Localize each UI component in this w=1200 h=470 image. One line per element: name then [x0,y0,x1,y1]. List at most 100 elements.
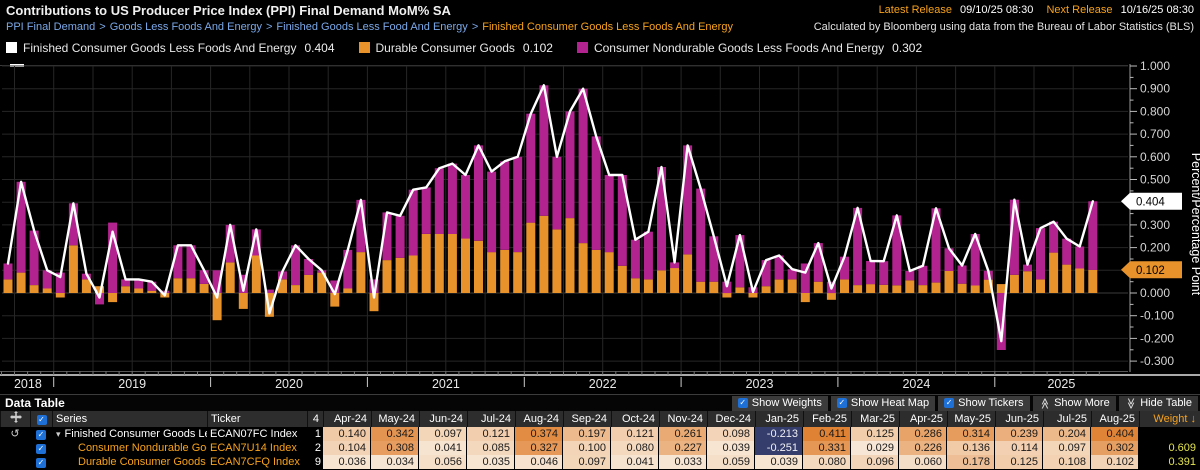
month-column-header[interactable]: Oct-24 [611,411,659,427]
ticker-cell[interactable]: ECAN7CFQ Index [207,455,307,470]
x-axis-year-label: 2025 [1047,377,1075,391]
move-icon[interactable] [0,411,30,427]
legend-item[interactable]: Finished Consumer Goods Less Foods And E… [6,41,335,55]
month-column-header[interactable]: May-25 [947,411,995,427]
breadcrumb-separator: > [265,21,273,33]
ticker-name[interactable]: ECAN07FC Index [210,428,297,440]
row-icon-cell [0,441,30,456]
partial-value-cell: 9 [314,456,321,468]
month-column-header[interactable]: Jul-24 [467,411,515,427]
month-column-header[interactable]: May-24 [371,411,419,427]
month-column-header[interactable]: Feb-25 [803,411,851,427]
month-column-header[interactable]: Jun-25 [995,411,1043,427]
month-column-header[interactable]: Sep-24 [563,411,611,427]
data-table-bar: Data Table ✓ Show Weights ✓ Show Heat Map ✓ S… [0,394,1200,411]
y-axis-title: Percent/Percentage Point [1189,153,1200,296]
chart-svg[interactable]: 2018 2019 2020 2021 2022 2023 2024 2025 1.000 0.9… [0,56,1200,394]
series-cell[interactable]: ▾ Finished Consumer Goods Less... [52,427,207,442]
value-cell: 0.204 [1043,427,1091,442]
breadcrumb-link[interactable]: Finished Goods Less Food And Energy [276,21,467,33]
next-release-value: 10/16/25 08:30 [1120,4,1194,16]
series-cell[interactable]: Durable Consumer Goods [52,455,207,470]
value-cell: 0.286 [899,427,947,442]
row-icon-cell[interactable]: ↺ [0,427,30,442]
value-cell: 0.100 [563,441,611,456]
legend-item[interactable]: Consumer Nondurable Goods Less Foods And… [576,41,922,55]
table-row: ✓ Consumer Nondurable Goods ...ECAN7U14 I… [0,441,1200,456]
collapse-triangle-icon[interactable]: ▾ [56,429,61,439]
value-cell: 0.060 [899,455,947,470]
breadcrumb-current[interactable]: Finished Consumer Goods Less Foods And E… [482,21,733,33]
svg-text:0.102: 0.102 [1136,265,1165,277]
value-cell: 0.041 [419,441,467,456]
value-cell: 0.056 [419,455,467,470]
row-checkbox[interactable]: ✓ [36,444,46,454]
series-cell[interactable]: Consumer Nondurable Goods ... [52,441,207,456]
value-cell: 0.140 [323,427,371,442]
month-column-header[interactable]: Mar-25 [851,411,899,427]
breadcrumb[interactable]: PPI Final Demand > Goods Less Foods And En… [6,21,733,33]
value-cell: 0.104 [323,441,371,456]
control-label: Hide Table [1140,397,1192,409]
value-cell: 0.227 [659,441,707,456]
month-column-header[interactable]: Apr-24 [323,411,371,427]
legend-label: Finished Consumer Goods Less Foods And E… [23,40,297,55]
select-all-checkbox[interactable]: ✓ [36,415,47,425]
row-checkbox[interactable]: ✓ [36,430,46,440]
row-checkbox-cell[interactable]: ✓ [30,427,52,442]
checkbox-checked-icon[interactable]: ✓ [836,398,847,408]
month-column-header[interactable]: Jun-24 [419,411,467,427]
series-column-header[interactable]: Series [52,411,207,427]
y-axis-tick-label: 0.600 [1140,150,1170,164]
value-cell: 0.114 [995,441,1043,456]
chart-legend: Finished Consumer Goods Less Foods And E… [6,40,922,55]
value-cell: 0.314 [947,427,995,442]
control-show-more[interactable]: ≪ Show More [1032,395,1116,411]
control-show-weights[interactable]: ✓ Show Weights [731,395,828,411]
series-name[interactable]: Consumer Nondurable Goods ... [78,442,207,454]
legend-item[interactable]: Durable Consumer Goods 0.102 [358,40,553,55]
ticker-name[interactable]: ECAN7U14 Index [210,442,297,454]
month-column-header[interactable]: Apr-25 [899,411,947,427]
month-column-header[interactable]: Aug-25 [1091,411,1139,427]
breadcrumb-separator: > [471,21,479,33]
chart-plot-area[interactable]: 2018 2019 2020 2021 2022 2023 2024 2025 1.000 0.9… [0,56,1200,394]
partial-value-cell: 2 [314,442,321,454]
ticker-name[interactable]: ECAN7CFQ Index [210,456,300,468]
breadcrumb-separator: > [99,21,106,33]
drill-up-icon[interactable]: ↺ [10,428,19,440]
control-hide-table[interactable]: ≪ Hide Table [1118,395,1198,411]
release-info: Latest Release 09/10/25 08:30 Next Relea… [879,4,1194,16]
ticker-column-header[interactable]: Ticker [207,411,307,427]
value-cell: 0.098 [707,427,755,442]
value-cell: 0.226 [899,441,947,456]
checkbox-checked-icon[interactable]: ✓ [944,398,955,408]
row-checkbox[interactable]: ✓ [36,458,46,468]
legend-value: 0.102 [522,40,553,55]
breadcrumb-link[interactable]: PPI Final Demand [6,21,95,33]
month-column-header[interactable]: Dec-24 [707,411,755,427]
row-checkbox-cell[interactable]: ✓ [30,455,52,470]
row-checkbox-cell[interactable]: ✓ [30,441,52,456]
month-column-header[interactable]: Aug-24 [515,411,563,427]
ticker-cell[interactable]: ECAN7U14 Index [207,441,307,456]
series-name[interactable]: Finished Consumer Goods Less... [65,428,207,440]
value-cell: 0.046 [515,455,563,470]
value-cell: 0.327 [515,441,563,456]
series-name[interactable]: Durable Consumer Goods [78,456,206,468]
weight-cell [1139,427,1200,442]
weight-cell: 0.609 [1168,442,1196,454]
breadcrumb-link[interactable]: Goods Less Foods And Energy [110,21,262,33]
select-all-cell[interactable]: ✓ [30,411,52,427]
control-show-tickers[interactable]: ✓ Show Tickers [938,395,1030,411]
checkbox-checked-icon[interactable]: ✓ [737,398,748,408]
control-show-heat-map[interactable]: ✓ Show Heat Map [830,395,936,411]
ticker-cell[interactable]: ECAN07FC Index [207,427,307,442]
row-icon-cell [0,455,30,470]
weight-column-header[interactable]: Weight ↓ [1139,411,1200,427]
month-column-header[interactable]: Jul-25 [1043,411,1091,427]
table-header-row: ✓ Series Ticker 4 Apr-24 May-24 Jun-24 Jul-24 Au… [0,411,1200,427]
month-column-header[interactable]: Nov-24 [659,411,707,427]
y-axis-tick-label: 1.000 [1140,59,1170,73]
month-column-header[interactable]: Jan-25 [755,411,803,427]
